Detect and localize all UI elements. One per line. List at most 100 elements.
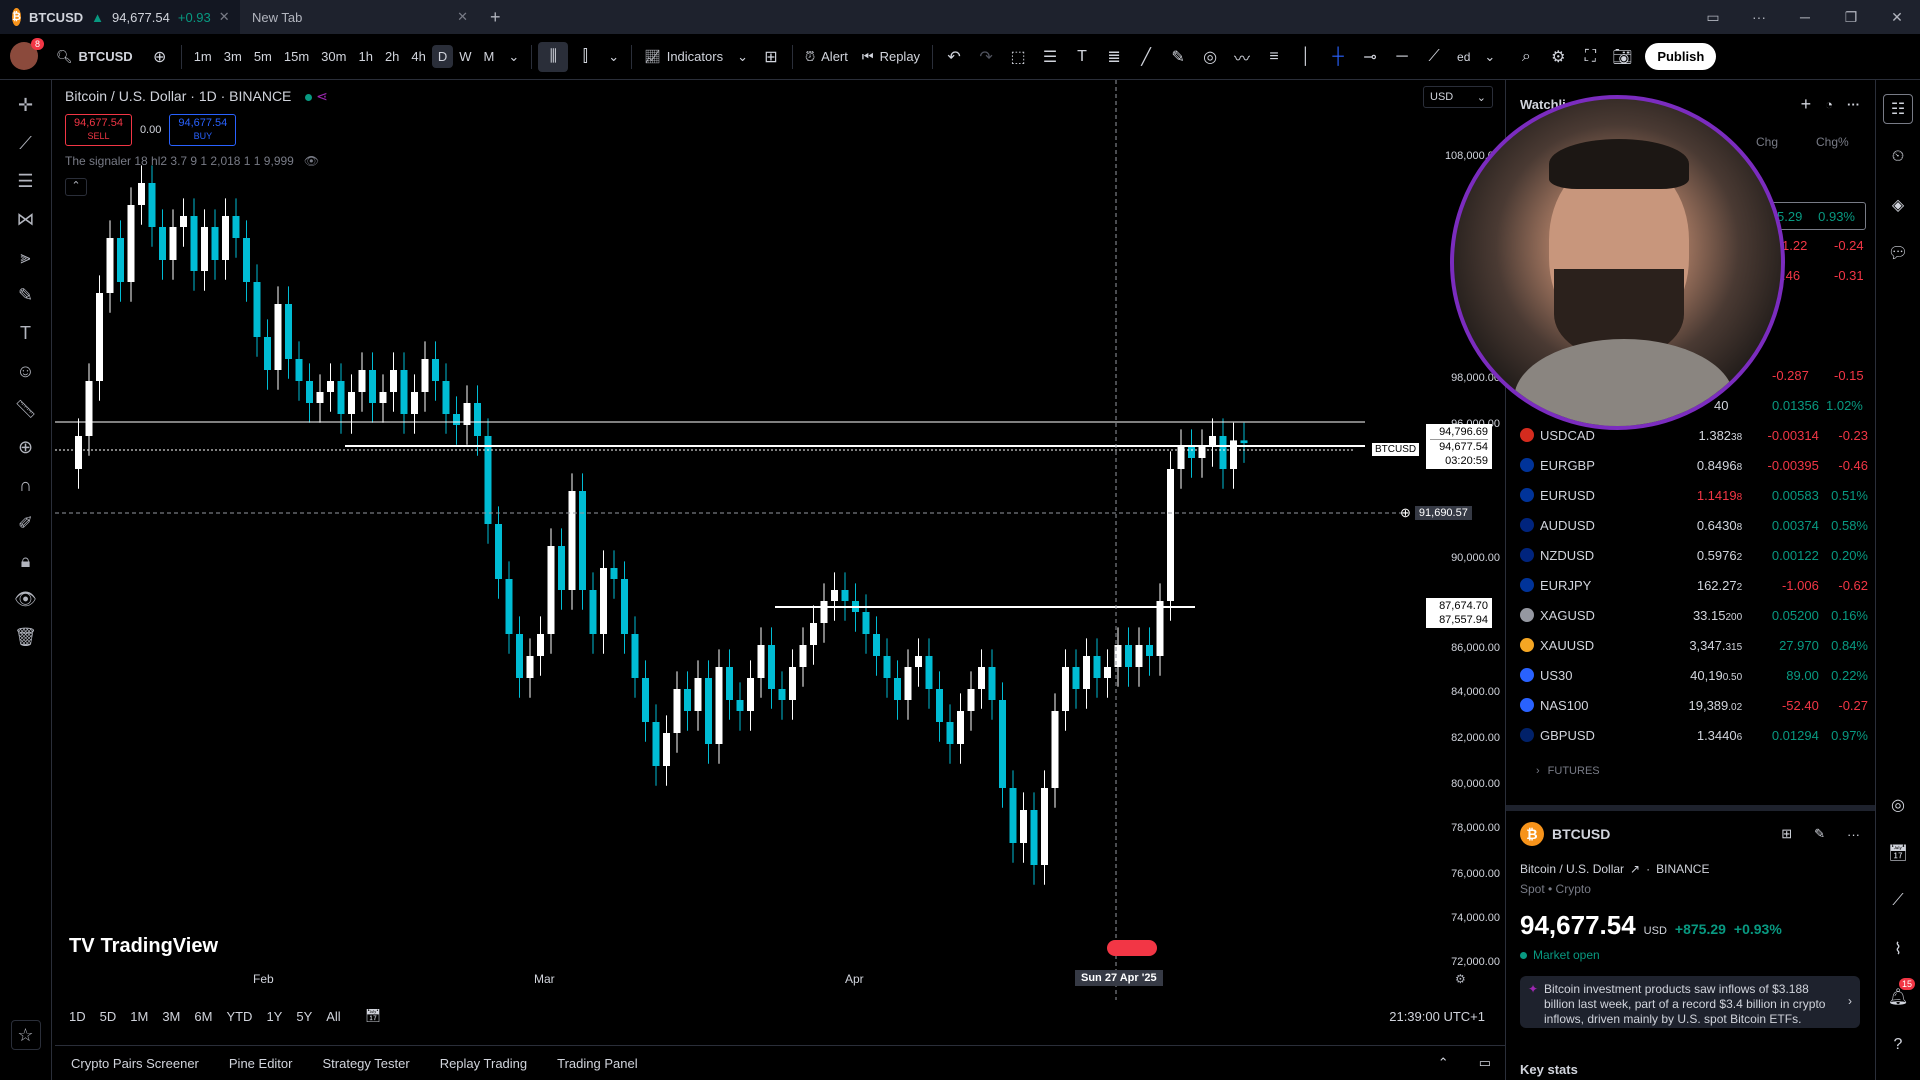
watchlist-row[interactable]: EURJPY 162.272 -1.006 -0.62: [1506, 570, 1868, 600]
grid-icon[interactable]: ⊞: [1781, 826, 1792, 842]
emoji-icon[interactable]: ☺: [11, 356, 41, 386]
bottom-tab-0[interactable]: Crypto Pairs Screener: [71, 1056, 199, 1071]
magnet-icon[interactable]: ∩: [11, 470, 41, 500]
details-symbol[interactable]: BTCUSD: [1552, 826, 1610, 842]
range-1Y[interactable]: 1Y: [266, 1009, 282, 1024]
interval-W[interactable]: W: [453, 45, 477, 68]
edit-icon[interactable]: ✎: [1814, 826, 1825, 842]
zoom-icon[interactable]: ⊕: [11, 432, 41, 462]
watchlist-row[interactable]: XAUUSD 3,347.315 27.970 0.84%: [1506, 630, 1868, 660]
new-tab-icon[interactable]: +: [480, 7, 511, 28]
interval-1m[interactable]: 1m: [188, 45, 218, 68]
futures-section[interactable]: › FUTURES: [1536, 765, 1600, 777]
settings-gear-icon[interactable]: ⚙: [1455, 972, 1466, 986]
bottom-tab-1[interactable]: Pine Editor: [229, 1056, 293, 1071]
interval-15m[interactable]: 15m: [278, 45, 315, 68]
pattern-icon[interactable]: ⋈: [11, 204, 41, 234]
add-symbol-icon[interactable]: +: [1801, 94, 1812, 115]
range-YTD[interactable]: YTD: [226, 1009, 252, 1024]
lines-tool-icon[interactable]: ≡: [1259, 42, 1289, 72]
ray-tool-icon[interactable]: ⟋: [1419, 42, 1449, 72]
close-icon[interactable]: ✕: [219, 9, 230, 25]
close-window-icon[interactable]: ✕: [1874, 9, 1920, 26]
chat-icon[interactable]: 💬︎: [1883, 238, 1913, 268]
chart-line-icon[interactable]: ⟋: [1883, 886, 1913, 916]
camera-icon[interactable]: 📷︎: [1607, 42, 1637, 72]
column-chg[interactable]: Chg: [1756, 135, 1778, 149]
lock-drawing-icon[interactable]: ✐: [11, 508, 41, 538]
notifications[interactable]: 🔔︎ 15: [1883, 978, 1915, 1012]
alert-button[interactable]: ⏰︎ Alert: [799, 45, 854, 69]
pattern-tool-icon[interactable]: 〰: [1227, 42, 1257, 72]
settings-icon[interactable]: ⚙: [1543, 42, 1573, 72]
range-5D[interactable]: 5D: [100, 1009, 117, 1024]
symbol-search[interactable]: 🔍︎ BTCUSD: [56, 49, 133, 65]
watchlist-row[interactable]: EURUSD 1.14198 0.00583 0.51%: [1506, 480, 1868, 510]
watchlist-row[interactable]: US30 40,190.50 89.00 0.22%: [1506, 660, 1868, 690]
interval-1h[interactable]: 1h: [352, 45, 378, 68]
interval-4h[interactable]: 4h: [405, 45, 431, 68]
watchlist-row[interactable]: AUDUSD 0.64308 0.00374 0.58%: [1506, 510, 1868, 540]
trash-icon[interactable]: 🗑︎: [11, 622, 41, 652]
signal-icon[interactable]: ⌇: [1883, 934, 1913, 964]
calendar-icon[interactable]: 📅︎: [365, 1008, 382, 1024]
bottom-tab-4[interactable]: Trading Panel: [557, 1056, 637, 1071]
quick-search-icon[interactable]: ⌕: [1511, 42, 1541, 72]
column-chgp[interactable]: Chg%: [1816, 135, 1849, 149]
watchlist-row[interactable]: XAGUSD 33.15200 0.05200 0.16%: [1506, 600, 1868, 630]
calendar-icon[interactable]: 📅︎: [1883, 838, 1913, 868]
candlestick-chart[interactable]: [55, 80, 1455, 1000]
brush-tool-icon[interactable]: ✎: [1163, 42, 1193, 72]
eye-icon[interactable]: 👁︎: [11, 584, 41, 614]
avatar[interactable]: 8: [10, 37, 44, 72]
publish-button[interactable]: Publish: [1645, 43, 1717, 70]
time-axis[interactable]: Feb Mar Apr Sun 27 Apr '25 ⚙: [55, 970, 1466, 992]
text-icon[interactable]: T: [11, 318, 41, 348]
browser-tab-new[interactable]: New Tab ✕: [240, 0, 480, 34]
layout-icon[interactable]: ▭: [1690, 9, 1736, 26]
watchlist-icon[interactable]: ☷: [1883, 94, 1913, 124]
bottom-tab-2[interactable]: Strategy Tester: [322, 1056, 409, 1071]
crosshair-tool-icon[interactable]: ┼: [1323, 42, 1353, 72]
interval-2h[interactable]: 2h: [379, 45, 405, 68]
add-alert-icon[interactable]: ⊕: [1400, 505, 1411, 521]
interval-3m[interactable]: 3m: [218, 45, 248, 68]
collapse-up-icon[interactable]: ⌃: [1438, 1055, 1449, 1071]
replay-button[interactable]: ⏮︎ Replay: [856, 45, 926, 69]
advanced-view-icon[interactable]: ◔: [1825, 97, 1833, 112]
watchlist-row[interactable]: GBPUSD 1.34406 0.01294 0.97%: [1506, 720, 1868, 750]
indicators-button[interactable]: 📈︎ Indicators: [638, 45, 729, 69]
lock-icon[interactable]: 🔒︎: [11, 546, 41, 576]
alerts-clock-icon[interactable]: ⏲: [1883, 142, 1913, 172]
range-1M[interactable]: 1M: [130, 1009, 148, 1024]
range-6M[interactable]: 6M: [194, 1009, 212, 1024]
projection-icon[interactable]: ⫸: [11, 242, 41, 272]
horizontal-ray-icon[interactable]: ⊸: [1355, 42, 1385, 72]
range-All[interactable]: All: [326, 1009, 340, 1024]
range-3M[interactable]: 3M: [162, 1009, 180, 1024]
watchlist-row[interactable]: EURGBP 0.84968 -0.00395 -0.46: [1506, 450, 1868, 480]
interval-D[interactable]: D: [431, 45, 454, 68]
interval-M[interactable]: M: [478, 45, 501, 68]
chart-style-dropdown-icon[interactable]: ⌄: [602, 45, 625, 69]
watchlist-row[interactable]: NAS100 19,389.02 -52.40 -0.27: [1506, 690, 1868, 720]
interval-30m[interactable]: 30m: [315, 45, 352, 68]
external-link-icon[interactable]: ↗: [1630, 862, 1640, 876]
maximize-panel-icon[interactable]: ▭: [1479, 1055, 1491, 1071]
indicator-legend[interactable]: The signaler 18 hl2 3.7 9 1 2,018 1 1 9,…: [65, 154, 319, 168]
fullscreen-icon[interactable]: ⛶: [1575, 42, 1605, 72]
compare-plus-icon[interactable]: ⊕: [145, 42, 175, 72]
browser-tab-btcusd[interactable]: ₿ BTCUSD ▲ 94,677.54 +0.93 ✕: [0, 0, 240, 34]
star-icon[interactable]: ☆: [10, 1020, 41, 1050]
layout-dropdown-icon[interactable]: ⌄: [1478, 45, 1501, 69]
candle-type-icon[interactable]: ⫼: [538, 41, 569, 72]
more-icon[interactable]: ···: [1847, 97, 1860, 112]
target-icon[interactable]: ◎: [1883, 790, 1913, 820]
fib-tool-icon[interactable]: ☰: [1035, 42, 1065, 72]
range-1D[interactable]: 1D: [69, 1009, 86, 1024]
brush-icon[interactable]: ✎: [11, 280, 41, 310]
undo-icon[interactable]: ↶: [939, 42, 969, 72]
help-icon[interactable]: ?: [1883, 1030, 1913, 1060]
more-icon[interactable]: ···: [1847, 827, 1860, 842]
trendline-icon[interactable]: ⟋: [11, 128, 41, 158]
